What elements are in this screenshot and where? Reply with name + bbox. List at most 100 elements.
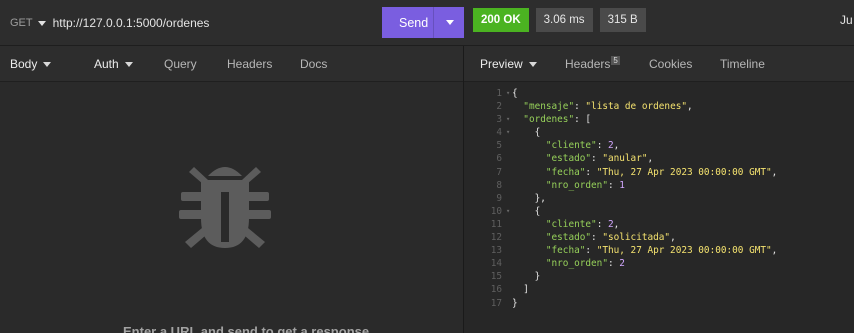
line-number: 2 xyxy=(496,101,502,113)
code-line: 11 "cliente": 2, xyxy=(464,218,854,231)
line-number: 16 xyxy=(490,284,502,296)
method-label: GET xyxy=(10,17,33,29)
code-text: "nro_orden": 1 xyxy=(512,179,625,192)
code-text: { xyxy=(512,205,541,218)
code-line: 9 }, xyxy=(464,192,854,205)
code-token: , xyxy=(613,140,620,152)
code-text: "cliente": 2, xyxy=(512,139,619,152)
code-token: : xyxy=(585,166,597,178)
code-line: 16 ] xyxy=(464,283,854,296)
code-token: : xyxy=(596,218,608,230)
size-badge: 315 B xyxy=(599,8,646,32)
code-token: "nro_orden" xyxy=(545,258,608,270)
tab-label: Preview xyxy=(480,57,523,71)
code-text: "mensaje": "lista de ordenes", xyxy=(512,100,692,113)
line-number: 11 xyxy=(490,218,502,230)
url-bar: GET http://127.0.0.1:5000/ordenes xyxy=(0,0,382,46)
code-line: 5 "cliente": 2, xyxy=(464,139,854,152)
code-text: "cliente": 2, xyxy=(512,218,619,231)
tab-cookies[interactable]: Cookies xyxy=(649,57,692,71)
code-token: : xyxy=(591,232,603,244)
line-number: 4 xyxy=(496,127,502,139)
tab-headers[interactable]: Headers xyxy=(227,57,272,71)
tab-query[interactable]: Query xyxy=(164,57,197,71)
code-token: "anular" xyxy=(602,153,648,165)
line-number: 12 xyxy=(490,232,502,244)
tab-timeline[interactable]: Timeline xyxy=(720,57,765,71)
empty-state-message: Enter a URL and send to get a response xyxy=(123,324,370,333)
code-token: : xyxy=(607,258,620,270)
code-text: } xyxy=(512,297,518,310)
code-line: 13 "fecha": "Thu, 27 Apr 2023 00:00:00 G… xyxy=(464,244,854,257)
tab-label: Timeline xyxy=(720,57,765,71)
code-token: "solicitada" xyxy=(602,232,671,244)
chevron-down-icon xyxy=(124,61,133,67)
code-token: , xyxy=(647,153,654,165)
code-token: "ordenes" xyxy=(523,114,575,126)
response-preview: 1 ▾{2 "mensaje": "lista de ordenes", 3 ▾ "o… xyxy=(464,82,854,333)
code-token: "cliente" xyxy=(545,140,597,152)
response-meta: 200 OK 3.06 ms 315 B xyxy=(473,8,653,32)
code-text: "nro_orden": 2 xyxy=(512,257,625,270)
code-token: "estado" xyxy=(545,232,592,244)
tab-label: Headers xyxy=(565,57,611,71)
code-token: : xyxy=(607,179,620,191)
code-text: { xyxy=(512,87,518,100)
tab-label: Body xyxy=(10,57,38,71)
code-token: : xyxy=(574,101,586,113)
code-token: { xyxy=(512,127,541,139)
code-line: 6 "estado": "anular", xyxy=(464,152,854,165)
line-number: 8 xyxy=(496,179,502,191)
code-line: 7 "fecha": "Thu, 27 Apr 2023 00:00:00 GM… xyxy=(464,166,854,179)
line-number: 3 xyxy=(496,114,502,126)
code-line: 4 ▾ { xyxy=(464,126,854,139)
json-viewer[interactable]: 1 ▾{2 "mensaje": "lista de ordenes", 3 ▾ "o… xyxy=(464,87,854,310)
line-number: 15 xyxy=(490,271,502,283)
code-token: : xyxy=(596,140,608,152)
tab-body[interactable]: Body xyxy=(10,57,52,71)
code-token: : [ xyxy=(574,114,592,126)
code-line: 1 ▾{ xyxy=(464,87,854,100)
code-token: } xyxy=(512,271,541,283)
line-number: 9 xyxy=(496,192,502,204)
code-line: 2 "mensaje": "lista de ordenes", xyxy=(464,100,854,113)
line-number: 13 xyxy=(490,245,502,257)
send-divider xyxy=(433,7,434,38)
send-button[interactable]: Send xyxy=(382,7,464,38)
top-bar: GET http://127.0.0.1:5000/ordenes Send 2… xyxy=(0,0,854,46)
code-token: : xyxy=(585,245,597,257)
code-text: "ordenes": [ xyxy=(512,113,591,126)
tab-preview[interactable]: Preview xyxy=(480,57,537,71)
line-number: 6 xyxy=(496,153,502,165)
code-text: ] xyxy=(512,283,529,296)
request-tabs: Body Auth Query Headers Docs xyxy=(0,46,463,82)
send-dropdown-icon[interactable] xyxy=(446,20,454,25)
line-number: 14 xyxy=(490,258,502,270)
code-token: "estado" xyxy=(545,153,592,165)
chevron-down-icon xyxy=(528,61,537,67)
code-token: , xyxy=(771,245,778,257)
chevron-down-icon xyxy=(43,61,52,67)
response-tabs: Preview Headers 5 Cookies Timeline xyxy=(464,46,854,82)
request-body-panel: Enter a URL and send to get a response xyxy=(0,82,463,333)
url-input[interactable]: http://127.0.0.1:5000/ordenes xyxy=(53,16,210,30)
code-token: { xyxy=(512,205,541,217)
code-token: "fecha" xyxy=(545,166,586,178)
code-token: , xyxy=(613,218,620,230)
tab-label: Docs xyxy=(300,57,328,71)
tab-label: Cookies xyxy=(649,57,693,71)
method-select[interactable]: GET xyxy=(10,17,46,29)
code-token: "nro_orden" xyxy=(545,179,608,191)
code-token: "Thu, 27 Apr 2023 00:00:00 GMT" xyxy=(596,245,772,257)
tab-docs[interactable]: Docs xyxy=(300,57,327,71)
tab-label: Headers xyxy=(227,57,273,71)
tab-auth[interactable]: Auth xyxy=(94,57,133,71)
tab-response-headers[interactable]: Headers 5 xyxy=(565,55,620,71)
